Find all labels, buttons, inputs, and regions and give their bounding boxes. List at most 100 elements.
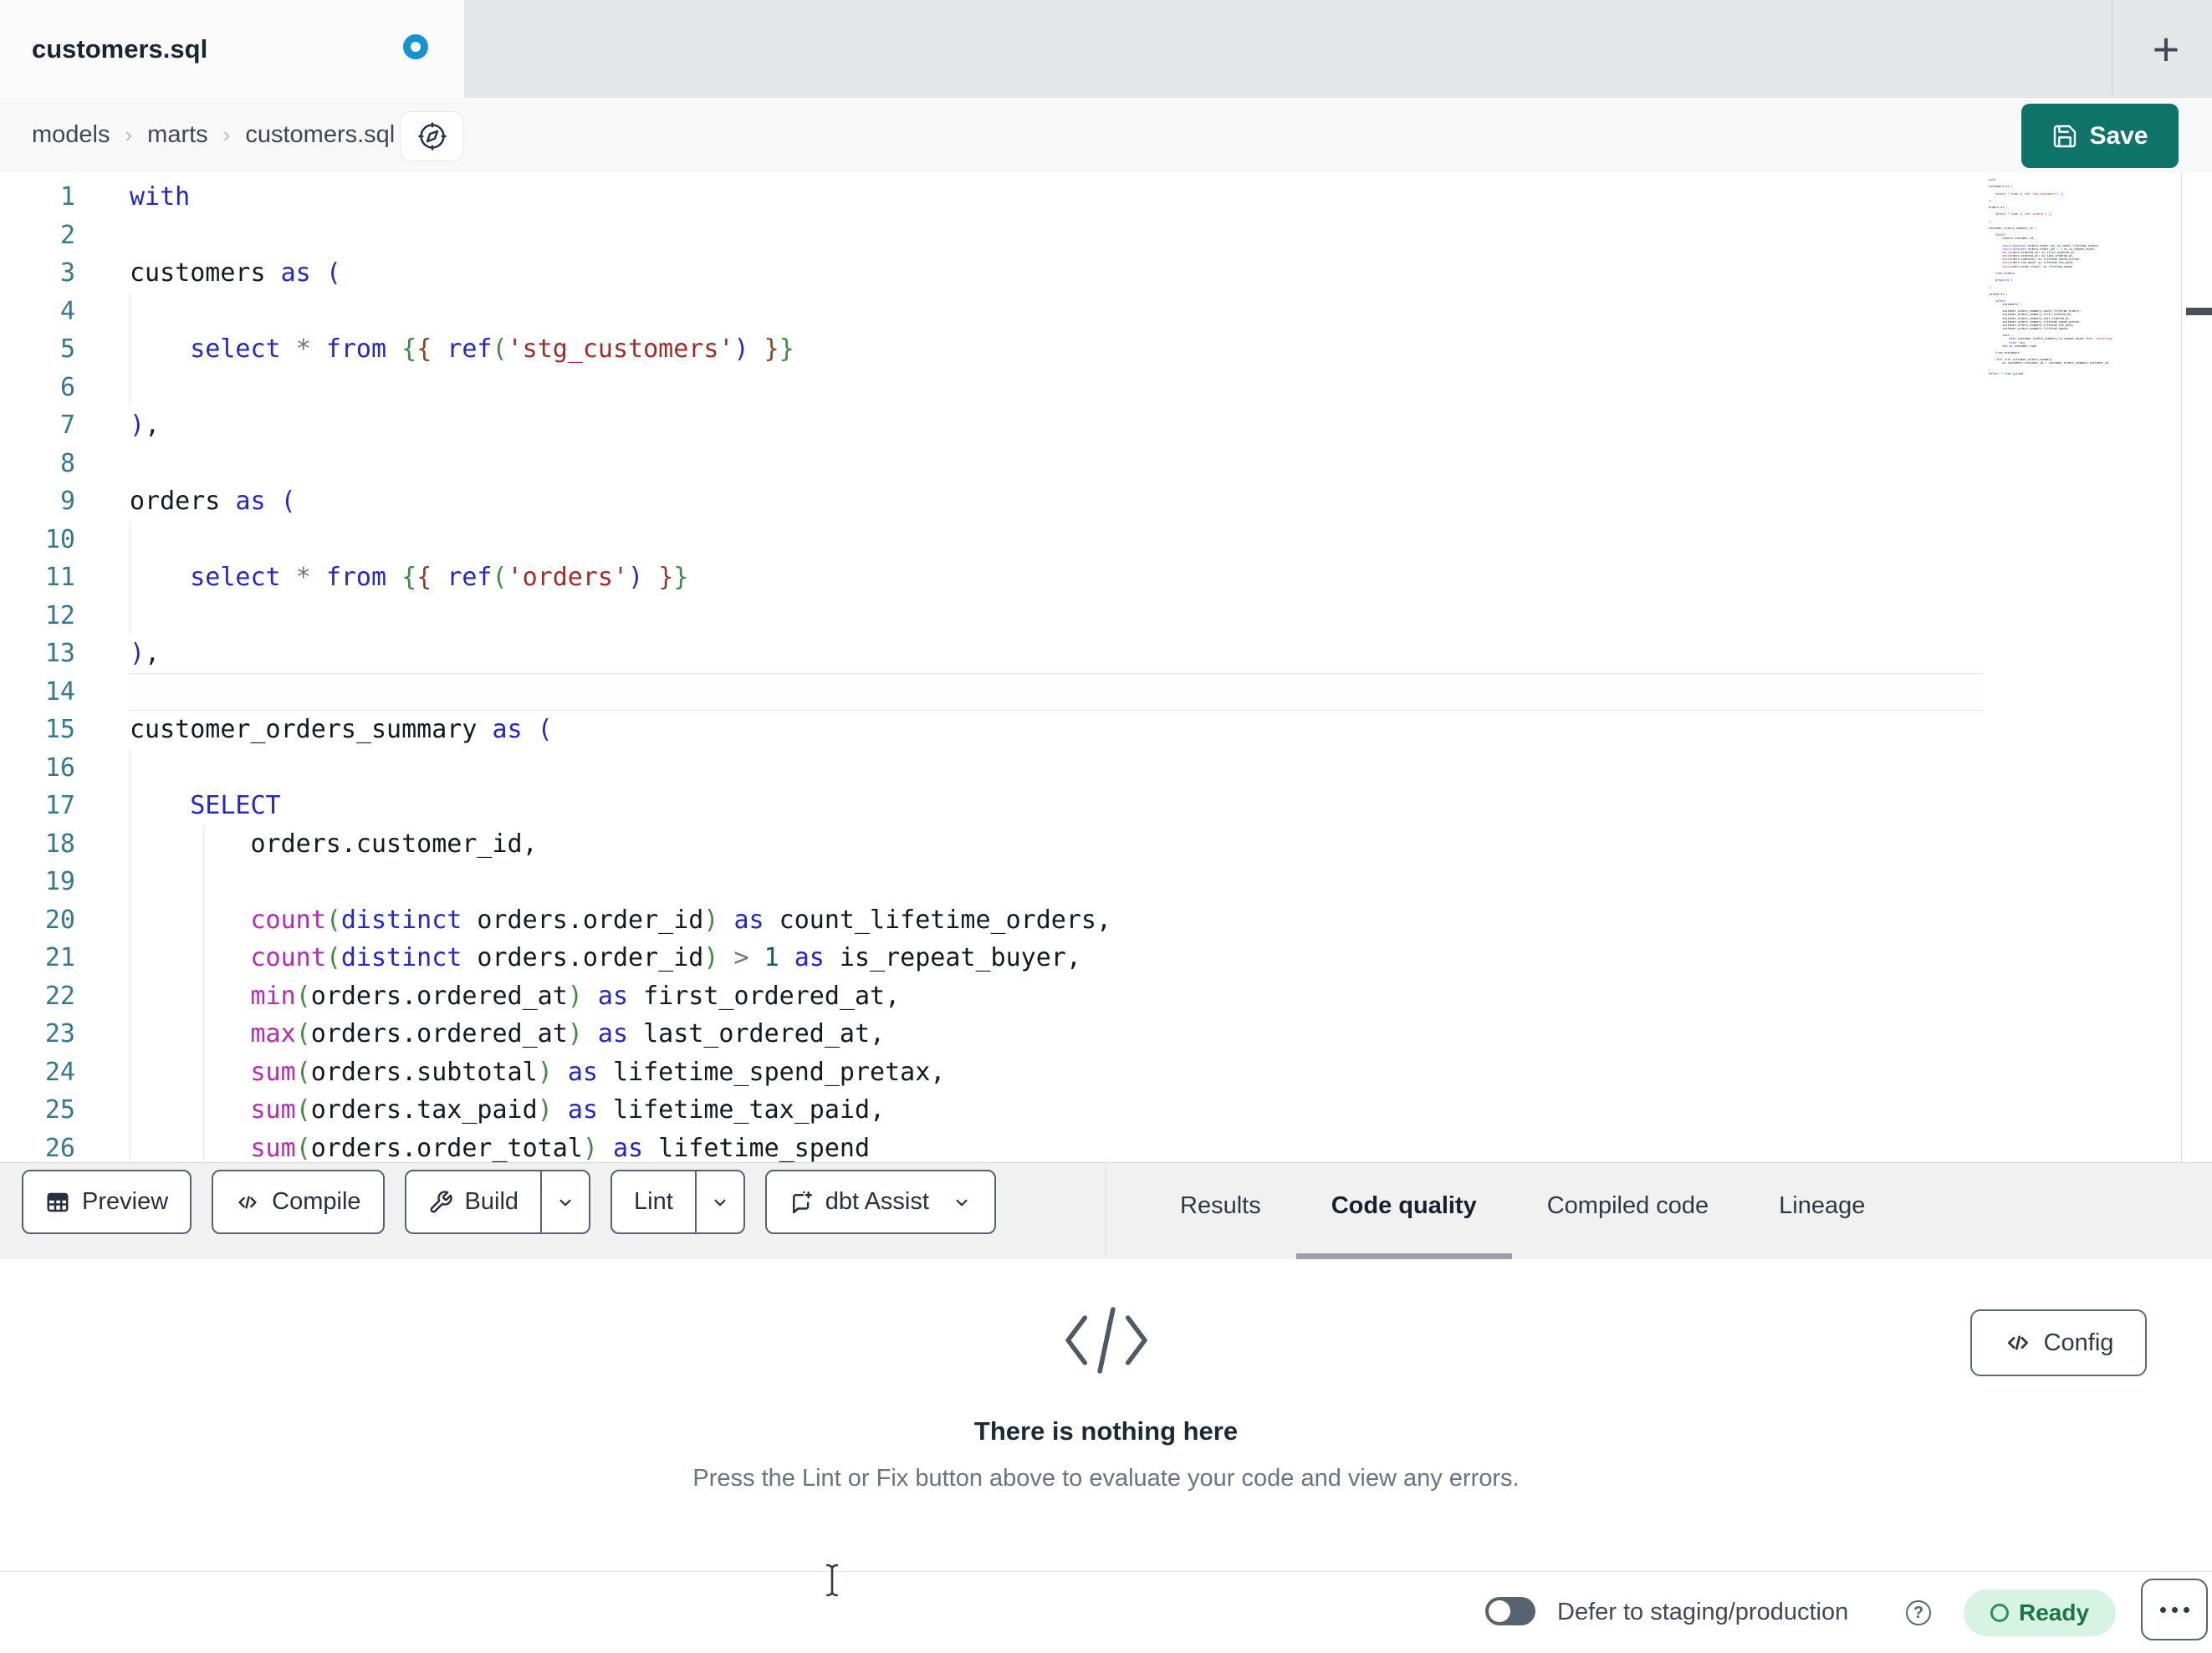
line-number: 7 [59,411,75,440]
build-button[interactable]: Build [404,1170,591,1234]
empty-state-title: There is nothing here [973,1416,1239,1446]
editor-toolbar: Preview Compile Build Lint dbt Assist Result… [0,1162,2212,1260]
line-number: 1 [59,182,75,212]
line-number: 13 [44,639,75,668]
code-line[interactable]: 24 sum(orders.subtotal) as lifetime_spen… [0,1053,2212,1091]
tab-compiled-code[interactable]: Compiled code [1512,1163,1744,1260]
code-text: max(orders.ordered_at) as last_ordered_a… [250,1019,886,1048]
breadcrumb-item[interactable]: customers.sql [245,121,395,149]
code-line[interactable]: 7), [0,406,2212,445]
code-text: customers as ( [130,258,341,288]
code-line[interactable]: 19 [0,863,2212,901]
compile-button[interactable]: Compile [212,1170,385,1234]
build-label: Build [464,1188,519,1215]
line-number: 3 [59,258,75,288]
code-line[interactable]: 3 customers as ( [0,254,2212,293]
status-bar: Defer to staging/production ? Ready [0,1572,2212,1653]
code-editor[interactable]: 1 with 2 3 customers as (4 5 select * from {{… [0,172,2212,1162]
defer-toggle[interactable] [1485,1597,1535,1625]
tab-results[interactable]: Results [1145,1163,1296,1260]
status-badge: Ready [1964,1589,2116,1636]
code-text: ), [130,639,161,668]
code-line[interactable]: 22 min(orders.ordered_at) as first_order… [0,977,2212,1015]
line-number: 26 [44,1133,75,1163]
code-text: customer_orders_summary as ( [130,715,553,744]
code-line[interactable]: 20 count(distinct orders.order_id) as co… [0,900,2212,939]
code-line[interactable]: 15 customer_orders_summary as ( [0,711,2212,749]
tab-title: customers.sql [32,34,208,64]
code-line[interactable]: 12 [0,596,2212,635]
minimap-line: select * from joined [1989,371,2023,375]
editor-scrollbar-track[interactable] [2181,172,2212,1162]
line-number: 11 [44,563,75,592]
dbt-cloud-ide: + customers.sql models › marts › customers.s… [0,0,2212,1653]
code-text: sum(orders.subtotal) as lifetime_spend_p… [250,1057,946,1087]
tab-code-quality[interactable]: Code quality [1295,1163,1512,1260]
breadcrumb-item[interactable]: models [32,121,110,149]
tab-customers-sql[interactable]: customers.sql [0,0,464,99]
code-line[interactable]: 9 orders as ( [0,482,2212,521]
help-icon[interactable]: ? [1906,1600,1931,1625]
line-number: 23 [44,1019,75,1048]
code-line[interactable]: 8 [0,445,2212,483]
code-line[interactable]: 23 max(orders.ordered_at) as last_ordere… [0,1015,2212,1054]
code-line[interactable]: 26 sum(orders.order_total) as lifetime_s… [0,1129,2212,1163]
code-text: orders as ( [130,487,296,516]
line-number: 2 [59,220,75,250]
code-line[interactable]: 18 orders.customer_id, [0,824,2212,863]
code-line[interactable]: 1 with [0,178,2212,217]
code-icon [235,1190,260,1215]
code-line[interactable]: 2 [0,217,2212,255]
toggle-knob [1489,1600,1510,1622]
code-icon [2004,1329,2032,1357]
code-line[interactable]: 25 sum(orders.tax_paid) as lifetime_tax_… [0,1091,2212,1130]
line-number: 19 [44,867,75,896]
config-button[interactable]: Config [1970,1309,2147,1376]
table-icon [45,1190,70,1215]
line-number: 12 [44,600,75,630]
code-line[interactable]: 21 count(distinct orders.order_id) > 1 a… [0,939,2212,977]
dbt-assist-button[interactable]: dbt Assist [764,1170,996,1234]
code-line[interactable]: 10 [0,520,2212,559]
line-number: 10 [44,524,75,554]
text-cursor-pointer [821,1562,843,1599]
code-line[interactable]: 16 [0,748,2212,787]
code-line[interactable]: 5 select * from {{ ref('stg_customers') … [0,330,2212,369]
save-floppy-icon [2051,123,2078,150]
save-label: Save [2089,121,2148,150]
preview-button[interactable]: Preview [22,1170,192,1234]
code-line[interactable]: 6 [0,368,2212,406]
ellipsis-icon [2159,1606,2189,1613]
breadcrumb-separator: › [222,122,231,147]
save-button[interactable]: Save [2021,104,2179,168]
code-line[interactable]: 17 SELECT [0,787,2212,825]
line-number: 24 [44,1057,75,1087]
code-text: ), [130,411,161,440]
breadcrumb-item[interactable]: marts [147,121,208,149]
breadcrumb-separator: › [125,122,133,147]
lineage-navigate-button[interactable] [400,111,464,161]
tab-lineage[interactable]: Lineage [1744,1163,1900,1260]
code-line[interactable]: 14 [0,672,2212,711]
editor-minimap[interactable]: with customers as ( select * from {{ ref(… [1989,178,2178,375]
code-text: with [130,182,191,212]
code-line[interactable]: 11 select * from {{ ref('orders') }} [0,559,2212,597]
more-options-button[interactable] [2141,1579,2208,1640]
empty-state: There is nothing here Press the Lint or … [0,1259,2212,1571]
code-text: sum(orders.order_total) as lifetime_spen… [250,1133,871,1163]
build-dropdown-button[interactable] [542,1171,589,1232]
empty-state-subtitle: Press the Lint or Fix button above to ev… [692,1465,1520,1492]
lint-dropdown-button[interactable] [697,1171,743,1232]
line-number: 20 [44,905,75,935]
code-line[interactable]: 4 [0,292,2212,330]
editor-scrollbar-marker[interactable] [2186,308,2212,315]
code-line[interactable]: 13), [0,635,2212,673]
code-text: SELECT [190,791,281,820]
lint-button[interactable]: Lint [610,1170,745,1234]
config-label: Config [2043,1329,2114,1356]
new-tab-button[interactable]: + [2138,8,2194,89]
line-number: 22 [44,981,75,1011]
defer-label: Defer to staging/production [1557,1599,1849,1625]
line-number: 18 [44,829,75,859]
line-number: 8 [59,448,75,478]
